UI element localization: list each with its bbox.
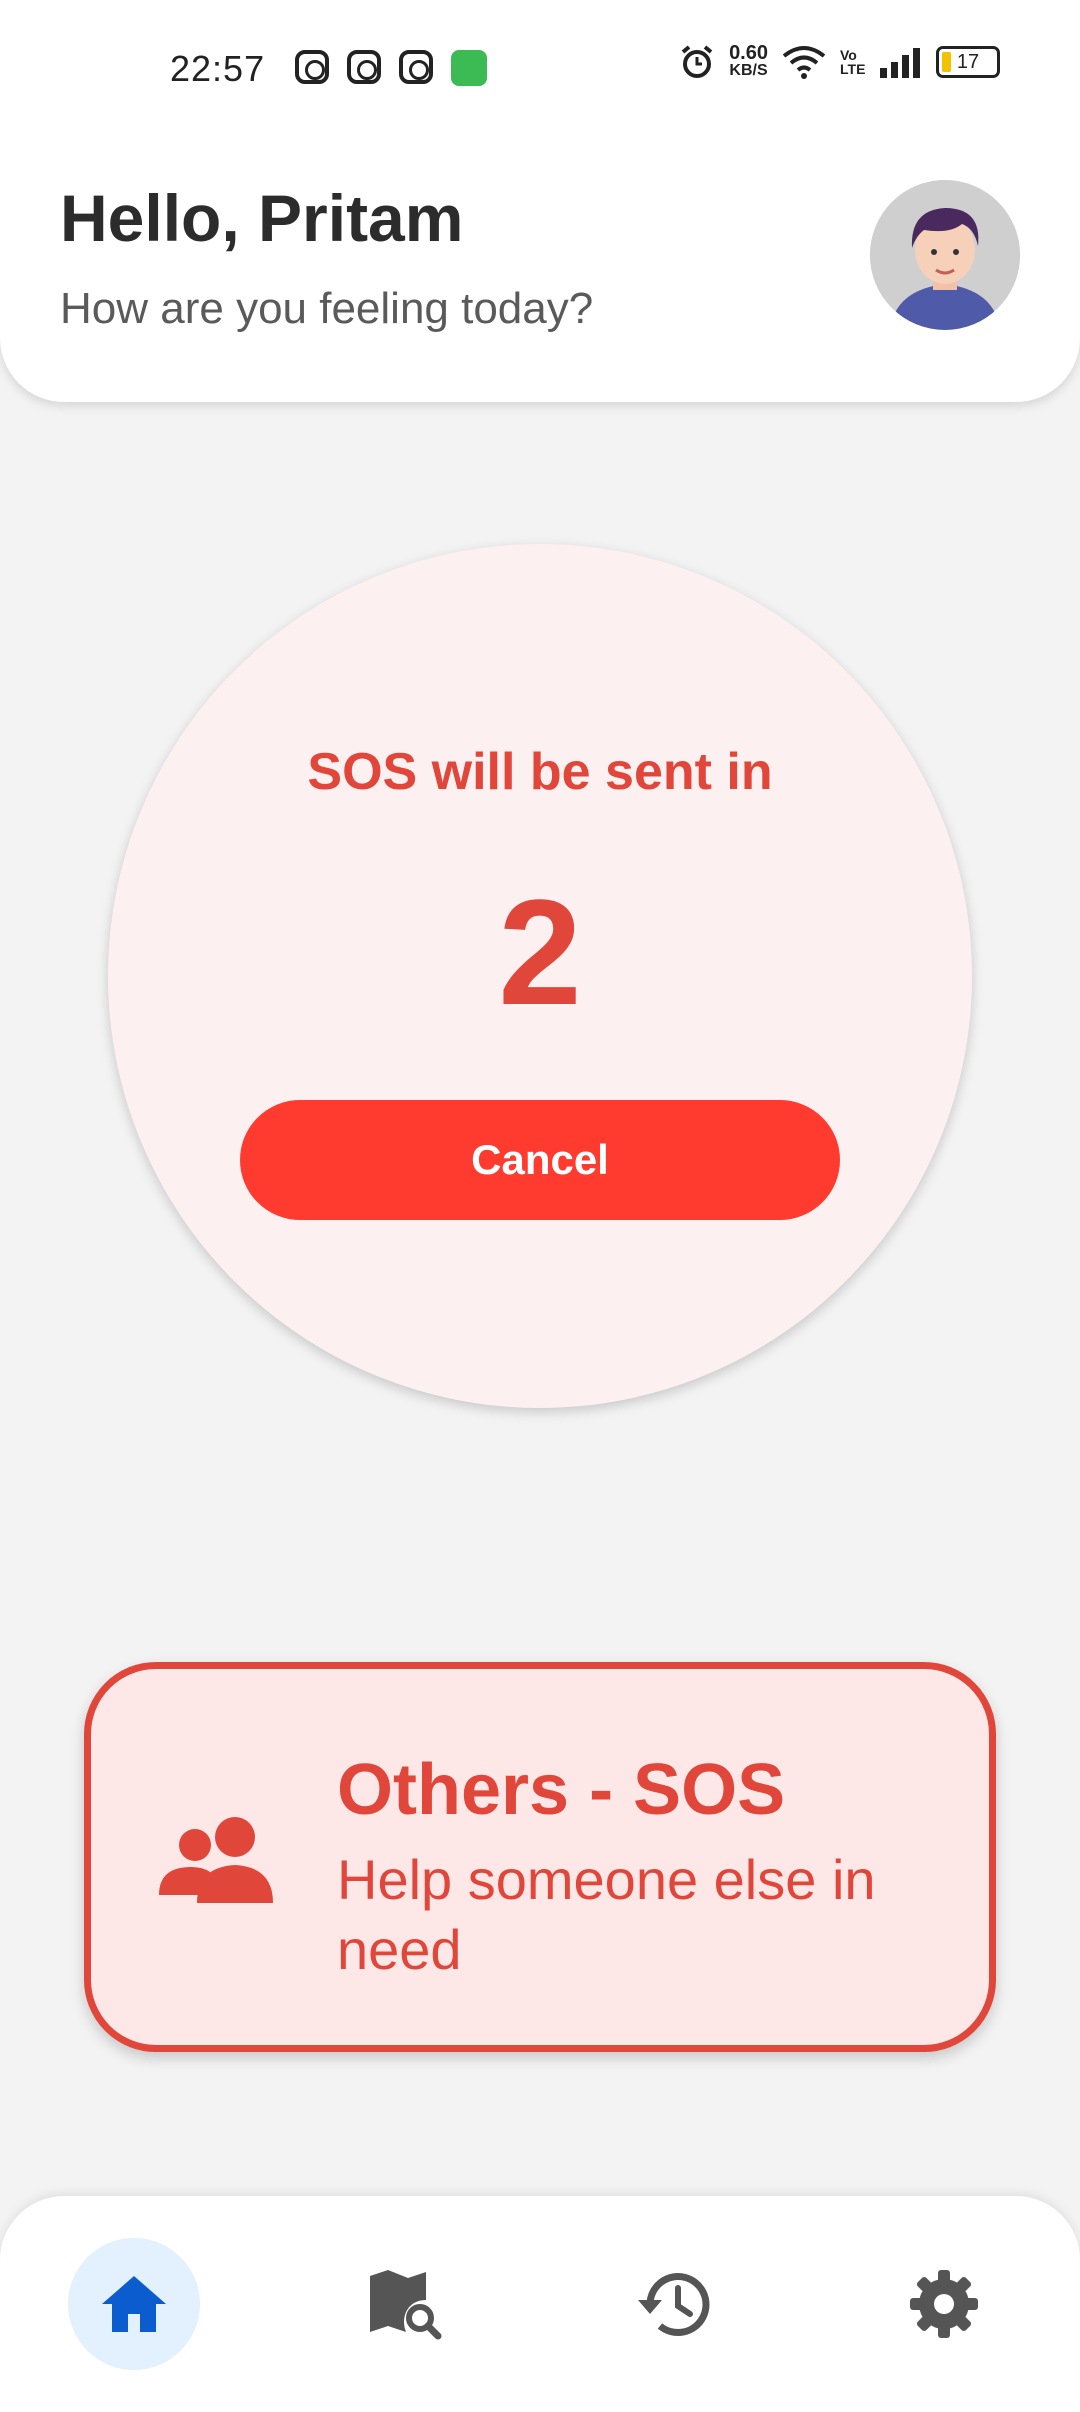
alarm-icon bbox=[681, 45, 713, 78]
nav-settings[interactable] bbox=[878, 2238, 1010, 2370]
group-icon bbox=[159, 1817, 273, 1903]
history-icon bbox=[638, 2273, 710, 2336]
store-app-icon bbox=[451, 50, 487, 86]
sos-countdown-panel: SOS will be sent in 2 Cancel bbox=[108, 544, 972, 1408]
instagram-icon bbox=[347, 50, 381, 84]
others-sos-subtitle: Help someone else in need bbox=[337, 1848, 876, 1981]
home-icon bbox=[102, 2276, 166, 2332]
greeting-title: Hello, Pritam bbox=[60, 181, 464, 255]
network-speed-value: 0.60 bbox=[729, 42, 768, 64]
signal-icon bbox=[880, 48, 920, 78]
battery-level: 17 bbox=[956, 51, 980, 73]
status-system-icons: 0.60 KB/S Vo LTE 17 bbox=[679, 42, 1000, 80]
status-notification-icons bbox=[295, 50, 487, 86]
user-avatar-icon bbox=[870, 180, 1020, 330]
instagram-icon bbox=[295, 50, 329, 84]
sos-countdown: 2 bbox=[498, 868, 582, 1036]
volte-indicator: Vo LTE bbox=[840, 47, 866, 77]
greeting-subtitle: How are you feeling today? bbox=[60, 284, 594, 333]
others-sos-button[interactable]: Others - SOS Help someone else in need bbox=[84, 1662, 996, 2052]
nav-home[interactable] bbox=[68, 2238, 200, 2370]
battery-indicator: 17 bbox=[936, 46, 1000, 78]
settings-icon bbox=[910, 2270, 978, 2338]
map-search-icon bbox=[370, 2270, 442, 2340]
sos-label: SOS will be sent in bbox=[307, 743, 773, 801]
network-speed-unit: KB/S bbox=[729, 62, 768, 79]
instagram-icon bbox=[399, 50, 433, 84]
status-bar: 22:57 0.60 KB/S Vo LTE 17 bbox=[0, 0, 1080, 140]
network-speed: 0.60 KB/S bbox=[729, 42, 768, 80]
cancel-button[interactable]: Cancel bbox=[240, 1100, 840, 1220]
nav-history[interactable] bbox=[608, 2238, 740, 2370]
others-sos-title: Others - SOS bbox=[337, 1750, 786, 1830]
bottom-navigation bbox=[0, 2196, 1080, 2412]
status-time: 22:57 bbox=[170, 48, 266, 89]
nav-map-search[interactable] bbox=[338, 2238, 470, 2370]
wifi-icon bbox=[782, 46, 826, 79]
avatar[interactable] bbox=[870, 180, 1020, 330]
